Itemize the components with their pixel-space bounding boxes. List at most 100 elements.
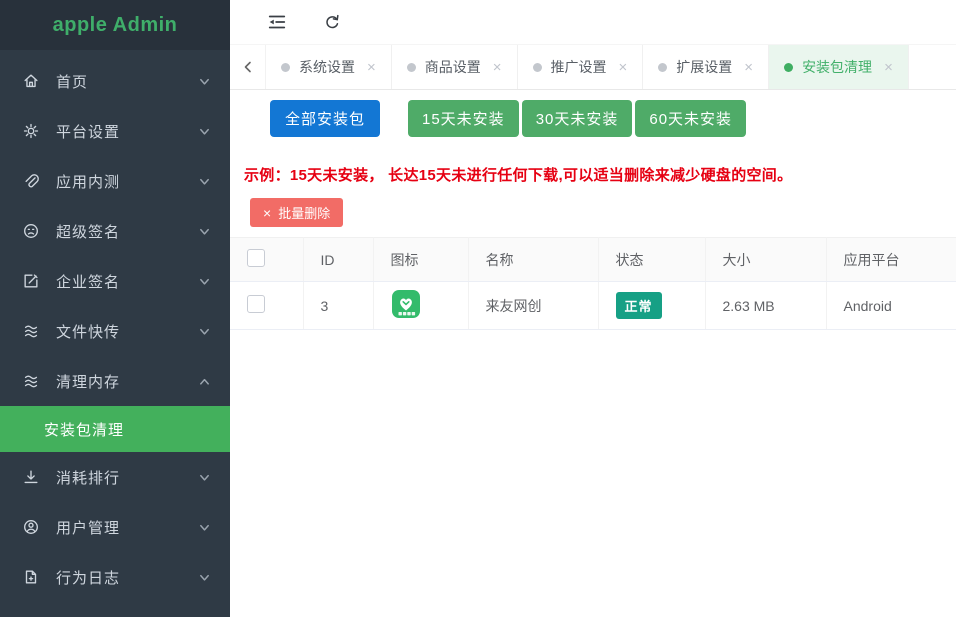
chevron-down-icon [198, 74, 212, 88]
sidebar-item-label: 超级签名 [56, 223, 121, 241]
column-header-name: 名称 [468, 237, 599, 282]
content-panel: 全部安装包 15天未安装 30天未安装 60天未安装 示例：15天未安装， 长达… [230, 90, 956, 617]
sidebar-item-label: 行为日志 [56, 569, 121, 587]
tab-package-clean[interactable]: 安装包清理 × [769, 45, 909, 89]
tab-status-dot [658, 62, 668, 72]
chevron-down-icon [198, 470, 212, 484]
tab-product-settings[interactable]: 商品设置 × [392, 45, 518, 89]
cell-platform: Android [826, 281, 956, 330]
sidebar-item-label: 消耗排行 [56, 469, 121, 487]
tab-extension-settings[interactable]: 扩展设置 × [643, 45, 770, 89]
close-icon[interactable]: × [744, 59, 753, 76]
cell-size: 2.63 MB [705, 281, 827, 330]
sidebar-item-behavior-log[interactable]: 行为日志 [0, 552, 230, 602]
sidebar-item-app-beta[interactable]: 应用内测 [0, 156, 230, 206]
table-row: 3 来友网创 正常 2.63 MB Android [230, 281, 956, 330]
filter-button-row: 全部安装包 15天未安装 30天未安装 60天未安装 [270, 100, 956, 137]
batch-delete-row: × 批量删除 [250, 198, 956, 227]
sidebar-item-enterprise-signature[interactable]: 企业签名 [0, 256, 230, 306]
sidebar-item-label: 应用内测 [56, 173, 121, 191]
tab-system-settings[interactable]: 系统设置 × [266, 45, 392, 89]
table-header-row: ID 图标 名称 状态 大小 应用平台 [230, 237, 956, 282]
tab-label: 安装包清理 [802, 59, 873, 75]
sidebar-item-clean-memory[interactable]: 清理内存 [0, 356, 230, 406]
chevron-down-icon [198, 570, 212, 584]
tab-status-dot [532, 62, 542, 72]
column-header-platform: 应用平台 [826, 237, 956, 282]
all-packages-button[interactable]: 全部安装包 [270, 100, 380, 137]
packages-table: ID 图标 名称 状态 大小 应用平台 3 来友网创 正常 2.63 MB An… [230, 237, 956, 330]
sidebar-item-consumption-rank[interactable]: 消耗排行 [0, 452, 230, 502]
tab-promotion-settings[interactable]: 推广设置 × [518, 45, 644, 89]
column-header-size: 大小 [705, 237, 827, 282]
gear-icon [22, 122, 40, 140]
home-icon [22, 72, 40, 90]
chevron-down-icon [198, 274, 212, 288]
sidebar-item-label: 清理内存 [56, 373, 121, 391]
sidebar: apple Admin 首页 平台设置 应用内测 超级签名 企业签名 文件快传 … [0, 0, 230, 617]
row-checkbox[interactable] [247, 295, 265, 313]
select-all-checkbox[interactable] [247, 249, 265, 267]
tab-label: 扩展设置 [676, 59, 733, 75]
column-header-id: ID [303, 237, 374, 282]
not-installed-30d-button[interactable]: 30天未安装 [521, 100, 633, 137]
refresh-icon[interactable] [320, 10, 344, 34]
app-logo: apple Admin [0, 0, 230, 50]
sidebar-item-label: 平台设置 [56, 123, 121, 141]
close-icon[interactable]: × [884, 59, 893, 76]
tab-status-dot [784, 62, 794, 72]
sidebar-item-label: 企业签名 [56, 273, 121, 291]
chevron-down-icon [198, 124, 212, 138]
face-icon [22, 222, 40, 240]
cell-name: 来友网创 [468, 281, 599, 330]
sidebar-subitem-package-clean[interactable]: 安装包清理 [0, 406, 230, 452]
close-icon[interactable]: × [367, 59, 376, 76]
sidebar-item-label: 用户管理 [56, 519, 121, 537]
chevron-down-icon [198, 224, 212, 238]
close-icon[interactable]: × [619, 59, 628, 76]
example-notice-text: 示例：15天未安装， 长达15天未进行任何下载,可以适当删除来减少硬盘的空间。 [244, 167, 793, 184]
close-icon: × [263, 204, 272, 221]
tab-bar: 系统设置 × 商品设置 × 推广设置 × 扩展设置 × 安装包清理 × [230, 45, 956, 90]
cell-status: 正常 [598, 281, 706, 330]
layers-icon [22, 322, 40, 340]
tab-label: 系统设置 [299, 59, 355, 75]
menu-fold-icon[interactable] [265, 10, 289, 34]
edit-icon [22, 272, 40, 290]
cell-icon [373, 281, 469, 330]
batch-delete-button[interactable]: × 批量删除 [250, 198, 344, 227]
tab-status-dot [281, 62, 290, 72]
chevron-down-icon [198, 174, 212, 188]
main-area: 系统设置 × 商品设置 × 推广设置 × 扩展设置 × 安装包清理 × 全部安装… [230, 0, 956, 617]
sidebar-item-file-transfer[interactable]: 文件快传 [0, 306, 230, 356]
column-header-icon: 图标 [373, 237, 469, 282]
cell-id: 3 [303, 281, 374, 330]
sidebar-item-user-management[interactable]: 用户管理 [0, 502, 230, 552]
sidebar-item-label: 文件快传 [56, 323, 121, 341]
user-icon [22, 518, 40, 536]
batch-delete-label: 批量删除 [278, 206, 331, 221]
layers-icon [22, 372, 40, 390]
top-header [230, 0, 956, 45]
chevron-up-icon [198, 374, 212, 388]
row-checkbox-cell [230, 281, 304, 330]
paperclip-icon [22, 172, 40, 190]
file-icon [22, 568, 40, 586]
app-icon [391, 290, 421, 322]
chevron-left-icon[interactable] [230, 45, 266, 89]
chevron-down-icon [198, 520, 212, 534]
column-header-status: 状态 [598, 237, 706, 282]
not-installed-15d-button[interactable]: 15天未安装 [408, 100, 519, 137]
download-icon [22, 468, 40, 486]
tab-status-dot [406, 62, 416, 72]
sidebar-nav: 首页 平台设置 应用内测 超级签名 企业签名 文件快传 清理内存 安装包清理 消… [0, 50, 230, 602]
tab-label: 商品设置 [424, 59, 481, 75]
sidebar-item-home[interactable]: 首页 [0, 56, 230, 106]
sidebar-item-super-signature[interactable]: 超级签名 [0, 206, 230, 256]
tab-label: 推广设置 [550, 59, 607, 75]
not-installed-60d-button[interactable]: 60天未安装 [635, 100, 747, 137]
close-icon[interactable]: × [493, 59, 502, 76]
header-checkbox-cell [230, 237, 304, 282]
sidebar-item-platform-settings[interactable]: 平台设置 [0, 106, 230, 156]
status-badge: 正常 [615, 292, 662, 319]
